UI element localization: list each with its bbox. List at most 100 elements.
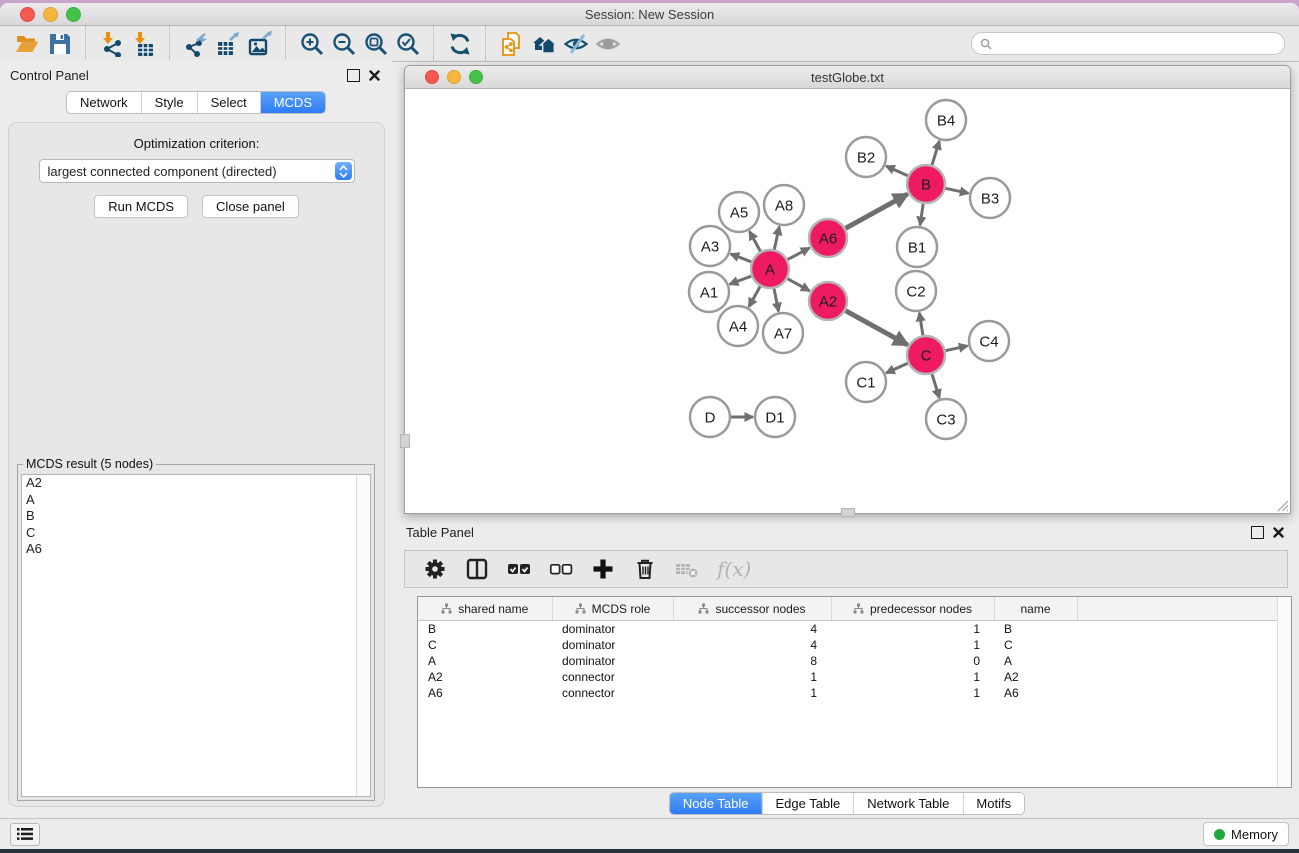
- graph-node[interactable]: C3: [926, 399, 966, 439]
- show-graphics-details-button[interactable]: [592, 29, 624, 59]
- table-cell[interactable]: A2: [418, 669, 552, 685]
- column-header[interactable]: shared name: [418, 597, 552, 621]
- table-cell[interactable]: 4: [673, 637, 831, 653]
- network-zoom-button[interactable]: [469, 70, 483, 84]
- table-cell[interactable]: 0: [831, 653, 994, 669]
- create-column-button[interactable]: [589, 554, 617, 584]
- memory-button[interactable]: Memory: [1203, 822, 1289, 846]
- close-window-button[interactable]: [20, 7, 35, 22]
- tab-select[interactable]: Select: [197, 92, 260, 113]
- import-network-button[interactable]: [96, 29, 128, 59]
- table-cell[interactable]: 1: [831, 685, 994, 701]
- graph-edge[interactable]: [920, 204, 923, 225]
- table-cell[interactable]: A: [418, 653, 552, 669]
- graph-node[interactable]: A3: [690, 226, 730, 266]
- graph-edge[interactable]: [946, 188, 969, 193]
- graph-edge[interactable]: [788, 248, 810, 260]
- table-cell[interactable]: dominator: [552, 653, 673, 669]
- table-cell[interactable]: dominator: [552, 637, 673, 653]
- network-canvas[interactable]: AA1A2A3A4A5A6A7A8BB1B2B3B4CC1C2C3C4DD1: [405, 89, 1290, 513]
- result-list-scrollbar[interactable]: [356, 475, 370, 796]
- table-cell[interactable]: 1: [673, 669, 831, 685]
- graph-node[interactable]: B4: [926, 100, 966, 140]
- zoom-in-button[interactable]: [296, 29, 328, 59]
- welcome-screen-button[interactable]: [528, 29, 560, 59]
- tab-motifs[interactable]: Motifs: [962, 793, 1024, 814]
- graph-edge[interactable]: [774, 289, 779, 312]
- zoom-window-button[interactable]: [66, 7, 81, 22]
- float-table-panel-icon[interactable]: [1251, 526, 1264, 539]
- graph-node[interactable]: C4: [969, 321, 1009, 361]
- select-all-columns-button[interactable]: [505, 554, 533, 584]
- minimize-window-button[interactable]: [43, 7, 58, 22]
- graph-edge[interactable]: [846, 311, 908, 345]
- splitter-handle-bottom[interactable]: [841, 508, 855, 517]
- table-cell[interactable]: 4: [673, 621, 831, 638]
- graph-node[interactable]: C1: [846, 362, 886, 402]
- graph-edge[interactable]: [774, 227, 779, 250]
- export-image-button[interactable]: [244, 29, 276, 59]
- mcds-result-item[interactable]: B: [22, 508, 370, 525]
- clone-network-button[interactable]: [496, 29, 528, 59]
- tab-style[interactable]: Style: [141, 92, 197, 113]
- table-cell[interactable]: A: [994, 653, 1077, 669]
- graph-edge[interactable]: [750, 231, 761, 251]
- graph-edge[interactable]: [846, 194, 908, 228]
- table-cell[interactable]: connector: [552, 685, 673, 701]
- zoom-fit-button[interactable]: [360, 29, 392, 59]
- graph-node[interactable]: B: [907, 165, 945, 203]
- table-cell[interactable]: A6: [418, 685, 552, 701]
- mcds-result-item[interactable]: A: [22, 492, 370, 509]
- graph-node[interactable]: A5: [719, 192, 759, 232]
- tab-network[interactable]: Network: [67, 92, 141, 113]
- table-row[interactable]: A2connector11A2: [418, 669, 1291, 685]
- graph-node[interactable]: B1: [897, 227, 937, 267]
- column-header[interactable]: name: [994, 597, 1077, 621]
- graph-edge[interactable]: [932, 374, 939, 398]
- splitter-handle-left[interactable]: [400, 434, 410, 448]
- optimization-criterion-select[interactable]: largest connected component (directed): [39, 159, 355, 183]
- graph-edge[interactable]: [886, 363, 908, 373]
- search-input[interactable]: [997, 36, 1276, 52]
- network-minimize-button[interactable]: [447, 70, 461, 84]
- table-cell[interactable]: C: [994, 637, 1077, 653]
- graph-node[interactable]: B2: [846, 137, 886, 177]
- mcds-result-item[interactable]: C: [22, 525, 370, 542]
- table-cell[interactable]: B: [418, 621, 552, 638]
- close-panel-icon[interactable]: [369, 70, 380, 81]
- table-cell[interactable]: A6: [994, 685, 1077, 701]
- float-panel-icon[interactable]: [347, 69, 360, 82]
- graph-edge[interactable]: [730, 276, 752, 284]
- export-network-button[interactable]: [180, 29, 212, 59]
- mcds-result-item[interactable]: A6: [22, 541, 370, 558]
- graph-node[interactable]: A2: [809, 282, 847, 320]
- table-cell[interactable]: 1: [831, 637, 994, 653]
- delete-table-button[interactable]: [673, 554, 701, 584]
- table-cell[interactable]: A2: [994, 669, 1077, 685]
- mcds-result-list[interactable]: A2ABCA6: [21, 474, 371, 797]
- graph-node[interactable]: D1: [755, 397, 795, 437]
- run-mcds-button[interactable]: Run MCDS: [94, 195, 188, 218]
- table-cell[interactable]: connector: [552, 669, 673, 685]
- zoom-selected-button[interactable]: [392, 29, 424, 59]
- column-header[interactable]: successor nodes: [673, 597, 831, 621]
- task-history-button[interactable]: [10, 823, 40, 846]
- mcds-result-item[interactable]: A2: [22, 475, 370, 492]
- zoom-out-button[interactable]: [328, 29, 360, 59]
- network-window-titlebar[interactable]: testGlobe.txt: [405, 66, 1290, 89]
- table-row[interactable]: Adominator80A: [418, 653, 1291, 669]
- graph-node[interactable]: A7: [763, 313, 803, 353]
- hide-graphics-details-button[interactable]: [560, 29, 592, 59]
- delete-column-button[interactable]: [631, 554, 659, 584]
- export-table-button[interactable]: [212, 29, 244, 59]
- table-cell[interactable]: C: [418, 637, 552, 653]
- graph-node[interactable]: A8: [764, 185, 804, 225]
- table-cell[interactable]: 1: [673, 685, 831, 701]
- graph-edge[interactable]: [749, 286, 760, 306]
- graph-edge[interactable]: [731, 254, 752, 262]
- graph-node[interactable]: C2: [896, 271, 936, 311]
- table-cell[interactable]: B: [994, 621, 1077, 638]
- graph-node[interactable]: A4: [718, 306, 758, 346]
- column-header[interactable]: MCDS role: [552, 597, 673, 621]
- graph-edge[interactable]: [788, 279, 810, 291]
